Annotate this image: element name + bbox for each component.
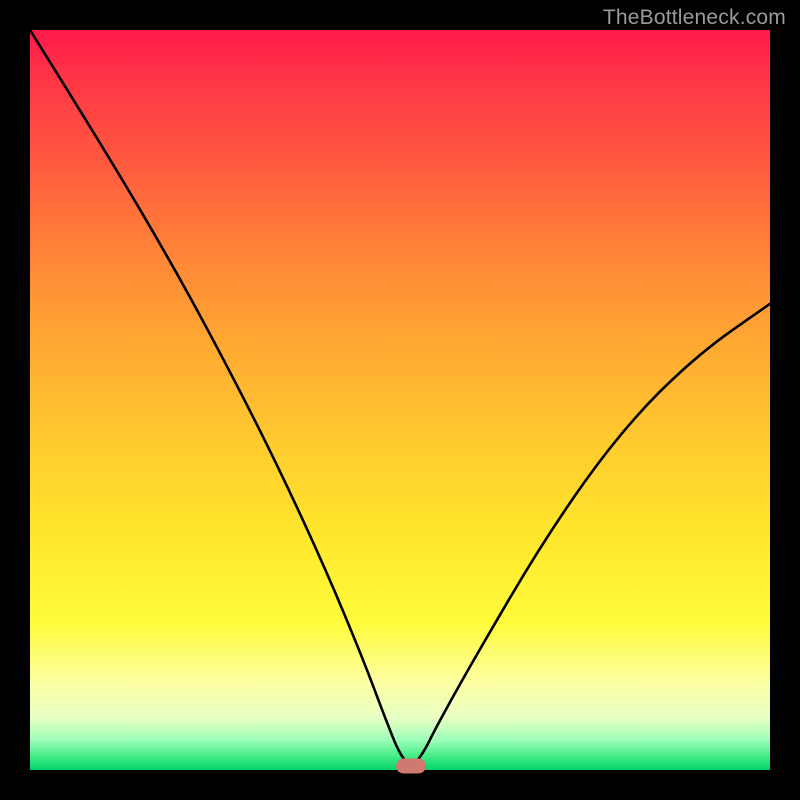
plot-area: [30, 30, 770, 770]
bottleneck-curve: [30, 30, 770, 770]
watermark-text: TheBottleneck.com: [603, 6, 786, 30]
optimal-point-marker: [396, 759, 426, 774]
chart-frame: TheBottleneck.com: [0, 0, 800, 800]
